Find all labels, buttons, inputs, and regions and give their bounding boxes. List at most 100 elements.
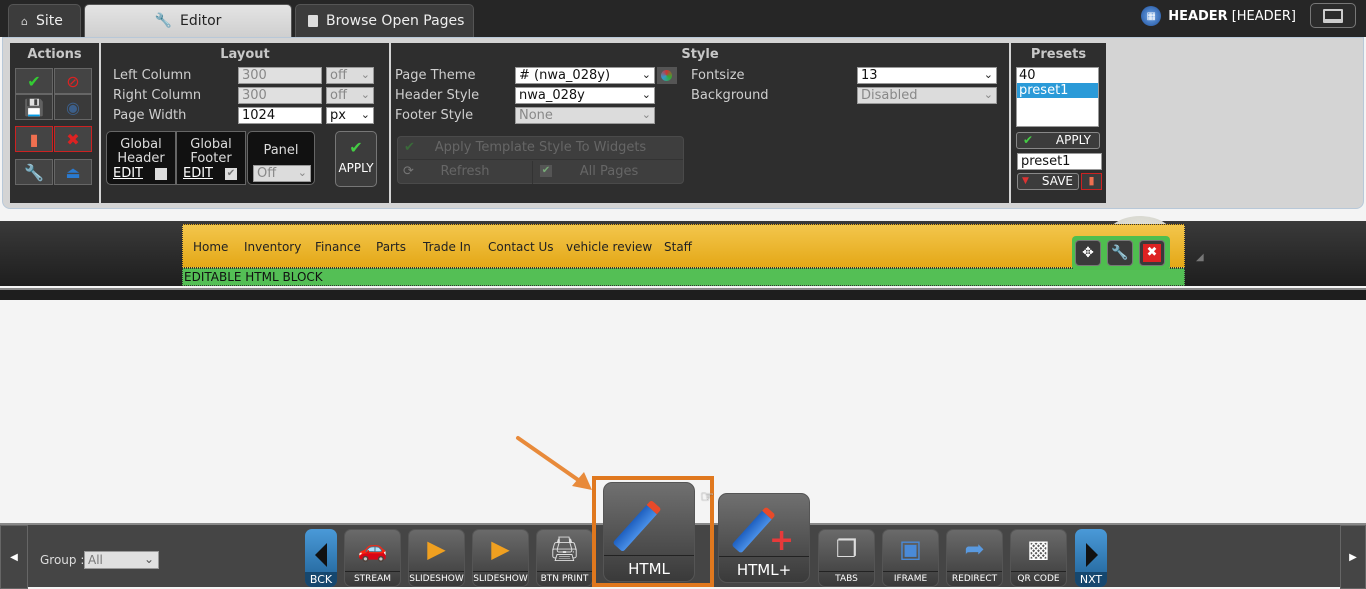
tab-browse-label: Browse Open Pages — [326, 13, 465, 29]
layout-apply-button[interactable]: ✔ APPLY — [335, 131, 377, 187]
eject-button[interactable]: ⏏ — [54, 159, 92, 185]
refresh-label: Refresh — [440, 164, 490, 179]
nav-item-trade-in[interactable]: Trade In — [423, 240, 471, 254]
floppy-disk-icon: 💾 — [24, 97, 44, 117]
delete-button[interactable]: ✖ — [54, 126, 92, 152]
tools-button[interactable]: 🔧 — [15, 159, 53, 185]
widget-redirect[interactable]: ➦ REDIRECT — [946, 529, 1003, 587]
all-pages-label: All Pages — [579, 164, 639, 179]
tab-browse-open-pages[interactable]: Browse Open Pages — [295, 4, 474, 37]
right-column-unit-select[interactable]: off ⌄ — [326, 87, 374, 104]
confirm-button[interactable]: ✔ — [15, 68, 53, 94]
left-column-input[interactable]: 300 — [238, 67, 322, 84]
global-header-edit-link[interactable]: EDIT — [113, 167, 143, 181]
presets-list[interactable]: 40 preset1 — [1016, 67, 1099, 127]
editable-html-block[interactable]: EDITABLE HTML BLOCK — [182, 268, 1185, 286]
preset-save-button[interactable]: ▼ SAVE — [1017, 173, 1079, 190]
tab-site[interactable]: ⌂ Site — [8, 4, 81, 37]
actions-title: Actions — [27, 47, 82, 62]
widget-html-plus[interactable]: + HTML+ — [718, 493, 810, 583]
monitor-icon: ▣ — [899, 535, 922, 563]
next-button[interactable]: NXT — [1075, 529, 1107, 587]
style-section: Style Page Theme # (nwa_028y) ⌄ Header St… — [391, 43, 1009, 203]
cancel-button[interactable]: ⊘ — [54, 68, 92, 94]
refresh-button[interactable]: ⟳ Refresh — [398, 161, 533, 184]
preset-name-input[interactable]: preset1 — [1017, 153, 1102, 170]
header-style-select[interactable]: nwa_028y ⌄ — [515, 87, 655, 104]
widget-iframe[interactable]: ▣ IFRAME — [882, 529, 939, 587]
widget-slideshow-2[interactable]: ▶ SLIDESHOW — [472, 529, 529, 587]
nav-item-finance[interactable]: Finance — [315, 240, 361, 254]
preview-screen-button[interactable] — [1310, 3, 1356, 28]
widget-html-plus-label: HTML+ — [719, 556, 809, 582]
editor-panel: Actions ✔ ⊘ 💾 ◉ ▮ ✖ 🔧 ⏏ Layout Left Colu… — [2, 37, 1364, 209]
nav-item-home[interactable]: Home — [193, 240, 228, 254]
actions-section: Actions ✔ ⊘ 💾 ◉ ▮ ✖ 🔧 ⏏ — [10, 43, 99, 203]
widget-redirect-label: REDIRECT — [947, 571, 1002, 586]
plus-icon: + — [769, 523, 795, 558]
presets-section: Presets 40 preset1 ✔ APPLY preset1 ▼ SAV… — [1011, 43, 1106, 203]
background-label: Background — [691, 88, 769, 103]
global-footer-checkbox[interactable]: ✔ — [225, 168, 237, 180]
nav-item-staff[interactable]: Staff — [664, 240, 692, 254]
panel-label: Panel — [263, 143, 299, 158]
right-column-input[interactable]: 300 — [238, 87, 322, 104]
page-width-input[interactable]: 1024 — [238, 107, 322, 124]
nav-item-parts[interactable]: Parts — [376, 240, 406, 254]
widget-stream[interactable]: 🚗 STREAM — [344, 529, 401, 587]
globe-button[interactable]: ◉ — [54, 94, 92, 120]
wrench-icon: 🔧 — [1111, 245, 1129, 261]
nav-item-contact-us[interactable]: Contact Us — [488, 240, 554, 254]
chevron-down-icon: ⌄ — [641, 88, 651, 101]
left-column-unit-select[interactable]: off ⌄ — [326, 67, 374, 84]
header-style-value: nwa_028y — [519, 88, 585, 103]
preset-item-selected[interactable]: preset1 — [1017, 83, 1098, 98]
theme-color-picker[interactable] — [657, 67, 677, 84]
settings-button[interactable]: 🔧 — [1107, 240, 1133, 266]
group-label: Group : — [40, 553, 85, 567]
section-subtitle: [HEADER] — [1231, 8, 1296, 24]
widget-html-label: HTML — [604, 555, 694, 581]
widget-tabs[interactable]: ❐ TABS — [818, 529, 875, 587]
all-pages-toggle[interactable]: ✔ All Pages — [534, 161, 684, 184]
eraser-icon: ▮ — [29, 129, 39, 149]
car-webcam-icon: 🚗 — [357, 535, 388, 563]
page-width-unit-select[interactable]: px ⌄ — [326, 107, 374, 124]
widget-toolbox: ✥ 🔧 ✖ — [1072, 236, 1170, 270]
scroll-left-button[interactable]: ◀ — [0, 525, 28, 589]
panel-select[interactable]: Off ⌄ — [253, 165, 311, 182]
nav-item-inventory[interactable]: Inventory — [244, 240, 301, 254]
preset-apply-button[interactable]: ✔ APPLY — [1016, 132, 1100, 149]
group-select[interactable]: All ⌄ — [84, 551, 159, 569]
preset-item[interactable]: 40 — [1017, 68, 1098, 83]
close-widget-button[interactable]: ✖ — [1139, 240, 1165, 266]
widget-qr-code[interactable]: ▩ QR CODE — [1010, 529, 1067, 587]
erase-button[interactable]: ▮ — [15, 126, 53, 152]
tab-editor[interactable]: 🔧 Editor — [84, 4, 292, 37]
footer-style-select[interactable]: None ⌄ — [515, 107, 655, 124]
check-icon: ✔ — [27, 71, 41, 91]
widget-btn-print[interactable]: 🖨 BTN PRINT — [536, 529, 593, 587]
save-button[interactable]: 💾 — [15, 94, 53, 120]
global-header-checkbox[interactable] — [155, 168, 167, 180]
fontsize-value: 13 — [861, 68, 878, 83]
background-select[interactable]: Disabled ⌄ — [857, 87, 997, 104]
resize-handle-icon[interactable]: ◢ — [1196, 252, 1204, 263]
all-pages-checkbox[interactable]: ✔ — [540, 165, 552, 177]
global-footer-edit-link[interactable]: EDIT — [183, 167, 213, 181]
widget-slideshow-1[interactable]: ▶ SLIDESHOW — [408, 529, 465, 587]
widget-html[interactable]: HTML — [603, 482, 695, 582]
scroll-right-button[interactable]: ▶ — [1340, 525, 1366, 589]
chevron-down-icon: ⌄ — [641, 68, 651, 81]
preset-delete-button[interactable]: ▮ — [1081, 173, 1102, 190]
page-theme-select[interactable]: # (nwa_028y) ⌄ — [515, 67, 655, 84]
nav-item-vehicle-review[interactable]: vehicle review — [566, 240, 652, 254]
right-column-label: Right Column — [113, 88, 202, 103]
back-button[interactable]: BCK — [305, 529, 337, 587]
qr-code-icon: ▩ — [1027, 535, 1050, 563]
tab-editor-label: Editor — [180, 13, 222, 29]
fontsize-select[interactable]: 13 ⌄ — [857, 67, 997, 84]
arrow-shaft — [516, 436, 586, 486]
apply-template-button[interactable]: ✔ Apply Template Style To Widgets — [398, 137, 683, 160]
move-button[interactable]: ✥ — [1075, 240, 1101, 266]
